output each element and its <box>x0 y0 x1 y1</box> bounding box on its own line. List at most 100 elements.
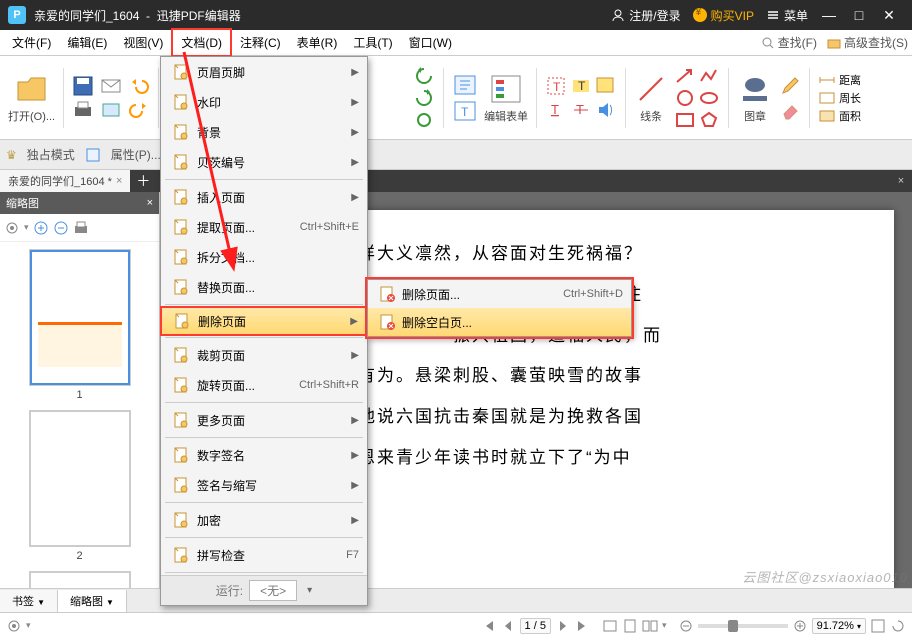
prev-page-icon[interactable] <box>500 618 516 634</box>
thumb-print-icon[interactable] <box>73 220 89 236</box>
gear-chevron-icon[interactable]: ▾ <box>24 222 29 233</box>
save-icon[interactable] <box>72 75 94 97</box>
zoom-slider[interactable] <box>698 624 788 628</box>
tab-add-button[interactable]: ＋ <box>130 171 156 191</box>
zoom-out-status-icon[interactable] <box>678 618 694 634</box>
fit-width-icon[interactable] <box>602 618 618 634</box>
thumbnail-list[interactable]: 1 2 <box>0 242 159 588</box>
perimeter-tool[interactable]: 周长 <box>818 90 861 106</box>
rect-icon[interactable] <box>674 110 696 130</box>
bookmark-tab[interactable]: 书签 ▼ <box>0 590 58 612</box>
first-page-icon[interactable] <box>480 618 496 634</box>
close-button[interactable]: ✕ <box>874 7 904 24</box>
polygon-icon[interactable] <box>698 110 720 130</box>
strikethrough-icon[interactable]: T <box>570 99 592 121</box>
fullscreen-icon[interactable] <box>870 618 886 634</box>
menu-item[interactable]: 数字签名▶ <box>161 440 367 470</box>
underline-icon[interactable]: T <box>545 99 567 121</box>
page-indicator[interactable]: 1 / 5 <box>520 618 551 634</box>
mail-icon[interactable] <box>100 75 122 97</box>
menu-item[interactable]: 裁剪页面▶ <box>161 340 367 370</box>
advanced-find-link[interactable]: 高级查找(S) <box>827 34 908 51</box>
sound-icon[interactable] <box>595 99 617 121</box>
register-login-link[interactable]: 注册/登录 <box>611 7 680 24</box>
two-page-icon[interactable] <box>642 618 658 634</box>
area-tool[interactable]: 面积 <box>818 108 861 124</box>
buy-vip-link[interactable]: 购买VIP <box>693 7 754 24</box>
menu-item[interactable]: 签名与缩写▶ <box>161 470 367 500</box>
thumb-page-2[interactable] <box>30 411 130 546</box>
menu-comment[interactable]: 注释(C) <box>232 30 289 55</box>
find-link[interactable]: 查找(F) <box>761 34 817 51</box>
highlight-icon[interactable]: T <box>545 75 567 97</box>
menu-item[interactable]: 更多页面▶ <box>161 405 367 435</box>
ellipse-icon[interactable] <box>698 88 720 108</box>
note-icon[interactable] <box>595 75 617 97</box>
menu-item[interactable]: 旋转页面...Ctrl+Shift+R <box>161 370 367 400</box>
menu-form[interactable]: 表单(R) <box>289 30 346 55</box>
refresh-icon[interactable] <box>413 110 435 130</box>
menu-view[interactable]: 视图(V) <box>115 30 171 55</box>
menu-item[interactable]: 替换页面... <box>161 272 367 302</box>
scan-icon[interactable] <box>100 99 122 121</box>
menu-document[interactable]: 文档(D) <box>171 28 232 57</box>
menu-footer[interactable]: 运行:<无>▾ <box>161 575 367 605</box>
submenu-item[interactable]: 删除页面...Ctrl+Shift+D <box>368 280 631 308</box>
eraser-icon[interactable] <box>779 99 801 121</box>
minimize-button[interactable]: — <box>814 7 844 23</box>
rotate-status-icon[interactable] <box>890 618 906 634</box>
rotate-cw-icon[interactable] <box>413 88 435 108</box>
tab-close-icon[interactable]: × <box>116 175 122 187</box>
thumb-page-1[interactable] <box>30 250 130 385</box>
zoom-in-icon[interactable] <box>33 220 49 236</box>
status-gear-icon[interactable] <box>6 618 22 634</box>
menu-item[interactable]: 背景▶ <box>161 117 367 147</box>
circle-icon[interactable] <box>674 88 696 108</box>
menu-edit[interactable]: 编辑(E) <box>59 30 115 55</box>
rotate-ccw-icon[interactable] <box>413 66 435 86</box>
text-box-icon[interactable]: T <box>452 99 478 123</box>
open-button[interactable]: 打开(O)... <box>8 72 55 124</box>
redo-icon[interactable] <box>128 99 150 121</box>
stamp-button[interactable]: 图章 <box>737 72 773 124</box>
menu-item[interactable]: 拆分文档... <box>161 242 367 272</box>
zoom-value[interactable]: 91.72% ▾ <box>812 618 866 634</box>
maximize-button[interactable]: □ <box>844 7 874 23</box>
thumb-page-3[interactable] <box>30 572 130 588</box>
menu-file[interactable]: 文件(F) <box>4 30 59 55</box>
select-text-icon[interactable] <box>452 73 478 97</box>
menu-item[interactable]: 提取页面...Ctrl+Shift+E <box>161 212 367 242</box>
thumbnail-close[interactable]: × <box>147 197 153 209</box>
menu-window[interactable]: 窗口(W) <box>401 30 460 55</box>
menu-item[interactable]: 水印▶ <box>161 87 367 117</box>
pencil-icon[interactable] <box>779 75 801 97</box>
menu-item[interactable]: 插入页面▶ <box>161 182 367 212</box>
menu-item[interactable]: 拼写检查F7 <box>161 540 367 570</box>
zoom-out-icon[interactable] <box>53 220 69 236</box>
undo-icon[interactable] <box>128 75 150 97</box>
polyline-icon[interactable] <box>698 66 720 86</box>
text-highlight-icon[interactable]: T <box>570 75 592 97</box>
fit-page-icon[interactable] <box>622 618 638 634</box>
submenu-item[interactable]: 删除空白页... <box>368 308 631 336</box>
menu-tools[interactable]: 工具(T) <box>345 30 400 55</box>
thumbnail-tab[interactable]: 缩略图 ▼ <box>58 590 127 612</box>
tabbar-close[interactable]: × <box>890 175 912 187</box>
zoom-in-status-icon[interactable] <box>792 618 808 634</box>
arrow-icon[interactable] <box>674 66 696 86</box>
document-tab[interactable]: 亲爱的同学们_1604 *× <box>0 170 130 192</box>
menu-item[interactable]: 页眉页脚▶ <box>161 57 367 87</box>
menu-item[interactable]: 贝茨编号▶ <box>161 147 367 177</box>
print-icon[interactable] <box>72 99 94 121</box>
edit-form-button[interactable]: 编辑表单 <box>484 72 528 124</box>
menu-item[interactable]: 删除页面▶ <box>160 306 368 336</box>
last-page-icon[interactable] <box>575 618 591 634</box>
main-menu-link[interactable]: 菜单 <box>766 7 808 24</box>
next-page-icon[interactable] <box>555 618 571 634</box>
exclusive-mode[interactable]: 独占模式 <box>27 146 75 163</box>
distance-tool[interactable]: 距离 <box>818 72 861 88</box>
lines-button[interactable]: 线条 <box>634 72 668 124</box>
menu-item[interactable]: 加密▶ <box>161 505 367 535</box>
gear-icon[interactable] <box>4 220 20 236</box>
properties-link[interactable]: 属性(P)... <box>111 146 161 163</box>
